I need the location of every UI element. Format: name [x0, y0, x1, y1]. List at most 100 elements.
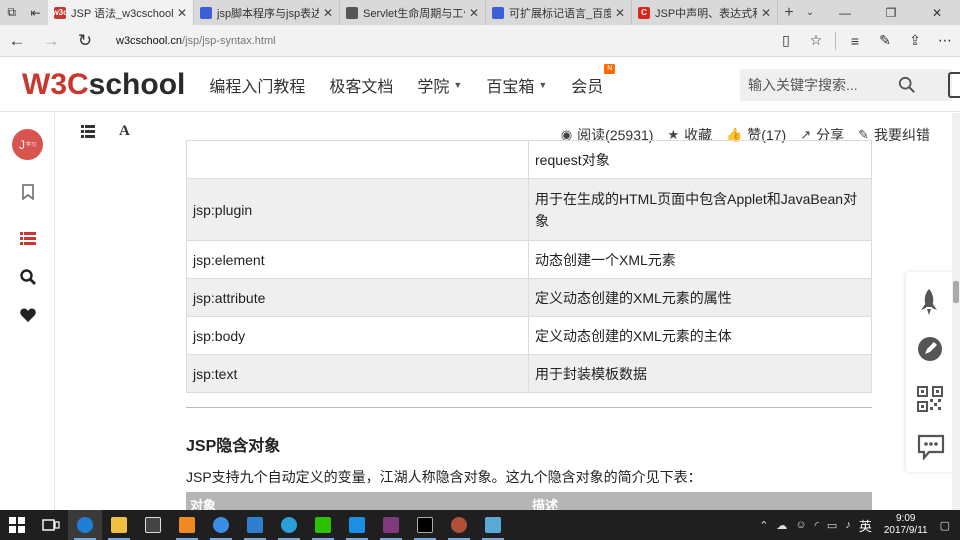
table-row: jsp:attribute 定义动态创建的XML元素的属性	[186, 278, 872, 317]
url-field[interactable]: w3cschool.cn/jsp/jsp-syntax.html	[116, 35, 771, 47]
start-button[interactable]	[0, 510, 34, 540]
description-cell: 动态创建一个XML元素	[528, 240, 872, 279]
close-window-button[interactable]: ✕	[914, 0, 960, 25]
left-sidebar: J 学习	[0, 113, 55, 510]
pen-icon[interactable]: ✎	[870, 32, 900, 49]
taskbar-app-orange[interactable]	[170, 510, 204, 540]
search-icon[interactable]	[898, 76, 916, 94]
close-tab-icon[interactable]: ✕	[761, 6, 771, 20]
tab-title: JSP 语法_w3cschool	[71, 7, 173, 20]
taskbar-app-k[interactable]	[272, 510, 306, 540]
article-content: request对象 jsp:plugin 用于在生成的HTML页面中包含Applet…	[186, 140, 872, 510]
bookmark-icon[interactable]	[19, 183, 37, 201]
new-tab-button[interactable]: +	[778, 0, 800, 25]
search-icon[interactable]	[19, 268, 37, 286]
clock[interactable]: 9:09 2017/9/11	[884, 513, 928, 537]
main-nav: 编程入门教程 极客文档 学院 ▼ 百宝箱 ▼ 会员 N	[209, 63, 627, 97]
nav-item[interactable]: 编程入门教程	[209, 73, 305, 97]
tab-title: 可扩展标记语言_百度百科	[509, 7, 611, 20]
taskbar-app-pen[interactable]	[476, 510, 510, 540]
close-tab-icon[interactable]: ✕	[469, 6, 479, 20]
system-tray: ⌃ ☁ ☺ ◜ ▭ ♪ 英 9:09 2017/9/11 ▢	[755, 513, 960, 537]
taskbar-app-bird[interactable]	[238, 510, 272, 540]
tab-back-icon[interactable]: ⇤	[31, 6, 41, 20]
minimize-button[interactable]: —	[822, 0, 868, 25]
implicit-objects-table-header: 对象 描述	[186, 492, 872, 510]
site-header: W3Cschool 编程入门教程 极客文档 学院 ▼ 百宝箱 ▼ 会员 N	[0, 58, 960, 112]
edit-note-icon[interactable]	[917, 336, 943, 362]
restore-button[interactable]: ❐	[868, 0, 914, 25]
refresh-button[interactable]: ↻	[68, 31, 102, 51]
section-heading: JSP隐含对象	[186, 438, 281, 455]
app-icon	[349, 517, 365, 533]
logo-school: school	[88, 67, 186, 101]
rocket-icon[interactable]	[917, 288, 941, 316]
forward-button[interactable]: →	[34, 31, 68, 51]
taskbar-edge[interactable]	[68, 510, 102, 540]
tab-title: jsp脚本程序与jsp表达式_芒	[217, 7, 319, 20]
qr-code-icon[interactable]	[917, 386, 943, 412]
chevron-up-icon[interactable]: ⌃	[759, 519, 768, 532]
tab-preview-icon[interactable]: ⧉	[7, 5, 16, 20]
wifi-icon[interactable]: ◜	[815, 519, 819, 532]
description-cell: request对象	[528, 140, 872, 179]
avatar[interactable]: J 学习	[12, 129, 43, 160]
more-icon[interactable]: ⋯	[930, 32, 960, 49]
taskbar-app-blue[interactable]	[340, 510, 374, 540]
notification-icon[interactable]: ▢	[940, 519, 950, 532]
page-scrollbar[interactable]	[952, 113, 960, 510]
battery-icon[interactable]: ▭	[827, 519, 837, 532]
chevron-down-icon: ▼	[453, 79, 463, 90]
pen-app-icon	[485, 517, 501, 533]
close-tab-icon[interactable]: ✕	[323, 6, 333, 20]
taskbar-onenote[interactable]	[374, 510, 408, 540]
clock-app-icon	[213, 517, 229, 533]
nav-item[interactable]: 会员 N	[571, 63, 616, 97]
browser-tab[interactable]: C JSP中声明、表达式和脚本 ✕	[632, 0, 778, 25]
task-view-button[interactable]	[34, 510, 68, 540]
url-host: w3cschool.cn	[116, 34, 183, 47]
heart-icon[interactable]	[19, 306, 37, 324]
browser-tab[interactable]: Servlet生命周期与工作原理 ✕	[340, 0, 486, 25]
hub-icon[interactable]: ≡	[840, 33, 870, 49]
list-icon[interactable]	[19, 229, 37, 247]
taskbar-terminal[interactable]	[408, 510, 442, 540]
back-button[interactable]: ←	[0, 31, 34, 51]
jsp-action-table: request对象 jsp:plugin 用于在生成的HTML页面中包含Applet…	[186, 140, 872, 393]
ime-indicator[interactable]: 英	[859, 516, 872, 535]
taskbar-app-clock[interactable]	[204, 510, 238, 540]
tag-cell: jsp:text	[186, 354, 529, 393]
nav-item[interactable]: 百宝箱 ▼	[486, 73, 547, 97]
people-icon[interactable]: ☺	[795, 519, 806, 531]
taskbar-store[interactable]	[136, 510, 170, 540]
search-input[interactable]	[748, 77, 898, 93]
share-icon[interactable]: ⇪	[900, 32, 930, 49]
new-badge: N	[604, 63, 616, 74]
cloud-icon[interactable]: ☁	[776, 519, 787, 532]
favicon-icon	[492, 6, 504, 19]
close-tab-icon[interactable]: ✕	[615, 6, 625, 20]
site-logo[interactable]: W3Cschool	[22, 68, 185, 102]
volume-icon[interactable]: ♪	[845, 519, 851, 531]
menu-list-icon[interactable]	[81, 125, 95, 138]
table-row: jsp:element 动态创建一个XML元素	[186, 240, 872, 279]
taskbar-wechat[interactable]	[306, 510, 340, 540]
tag-cell: jsp:element	[186, 240, 529, 279]
taskbar-app-gear[interactable]	[442, 510, 476, 540]
close-tab-icon[interactable]: ✕	[177, 6, 187, 20]
tag-cell	[186, 140, 529, 179]
favicon-icon	[200, 6, 212, 19]
taskbar-explorer[interactable]	[102, 510, 136, 540]
mobile-icon[interactable]	[948, 72, 960, 98]
favorite-star-icon[interactable]: ☆	[801, 32, 831, 49]
nav-item[interactable]: 极客文档	[329, 73, 393, 97]
chat-icon[interactable]	[917, 434, 945, 460]
reading-view-icon[interactable]: ▯	[771, 32, 801, 49]
scrollbar-thumb[interactable]	[953, 281, 959, 303]
browser-tab[interactable]: jsp脚本程序与jsp表达式_芒 ✕	[194, 0, 340, 25]
browser-tab[interactable]: w3c JSP 语法_w3cschool ✕	[48, 0, 194, 25]
nav-item[interactable]: 学院 ▼	[417, 73, 462, 97]
chevron-down-icon[interactable]: ⌄	[800, 0, 820, 25]
font-size-icon[interactable]: A	[119, 123, 130, 140]
browser-tab[interactable]: 可扩展标记语言_百度百科 ✕	[486, 0, 632, 25]
